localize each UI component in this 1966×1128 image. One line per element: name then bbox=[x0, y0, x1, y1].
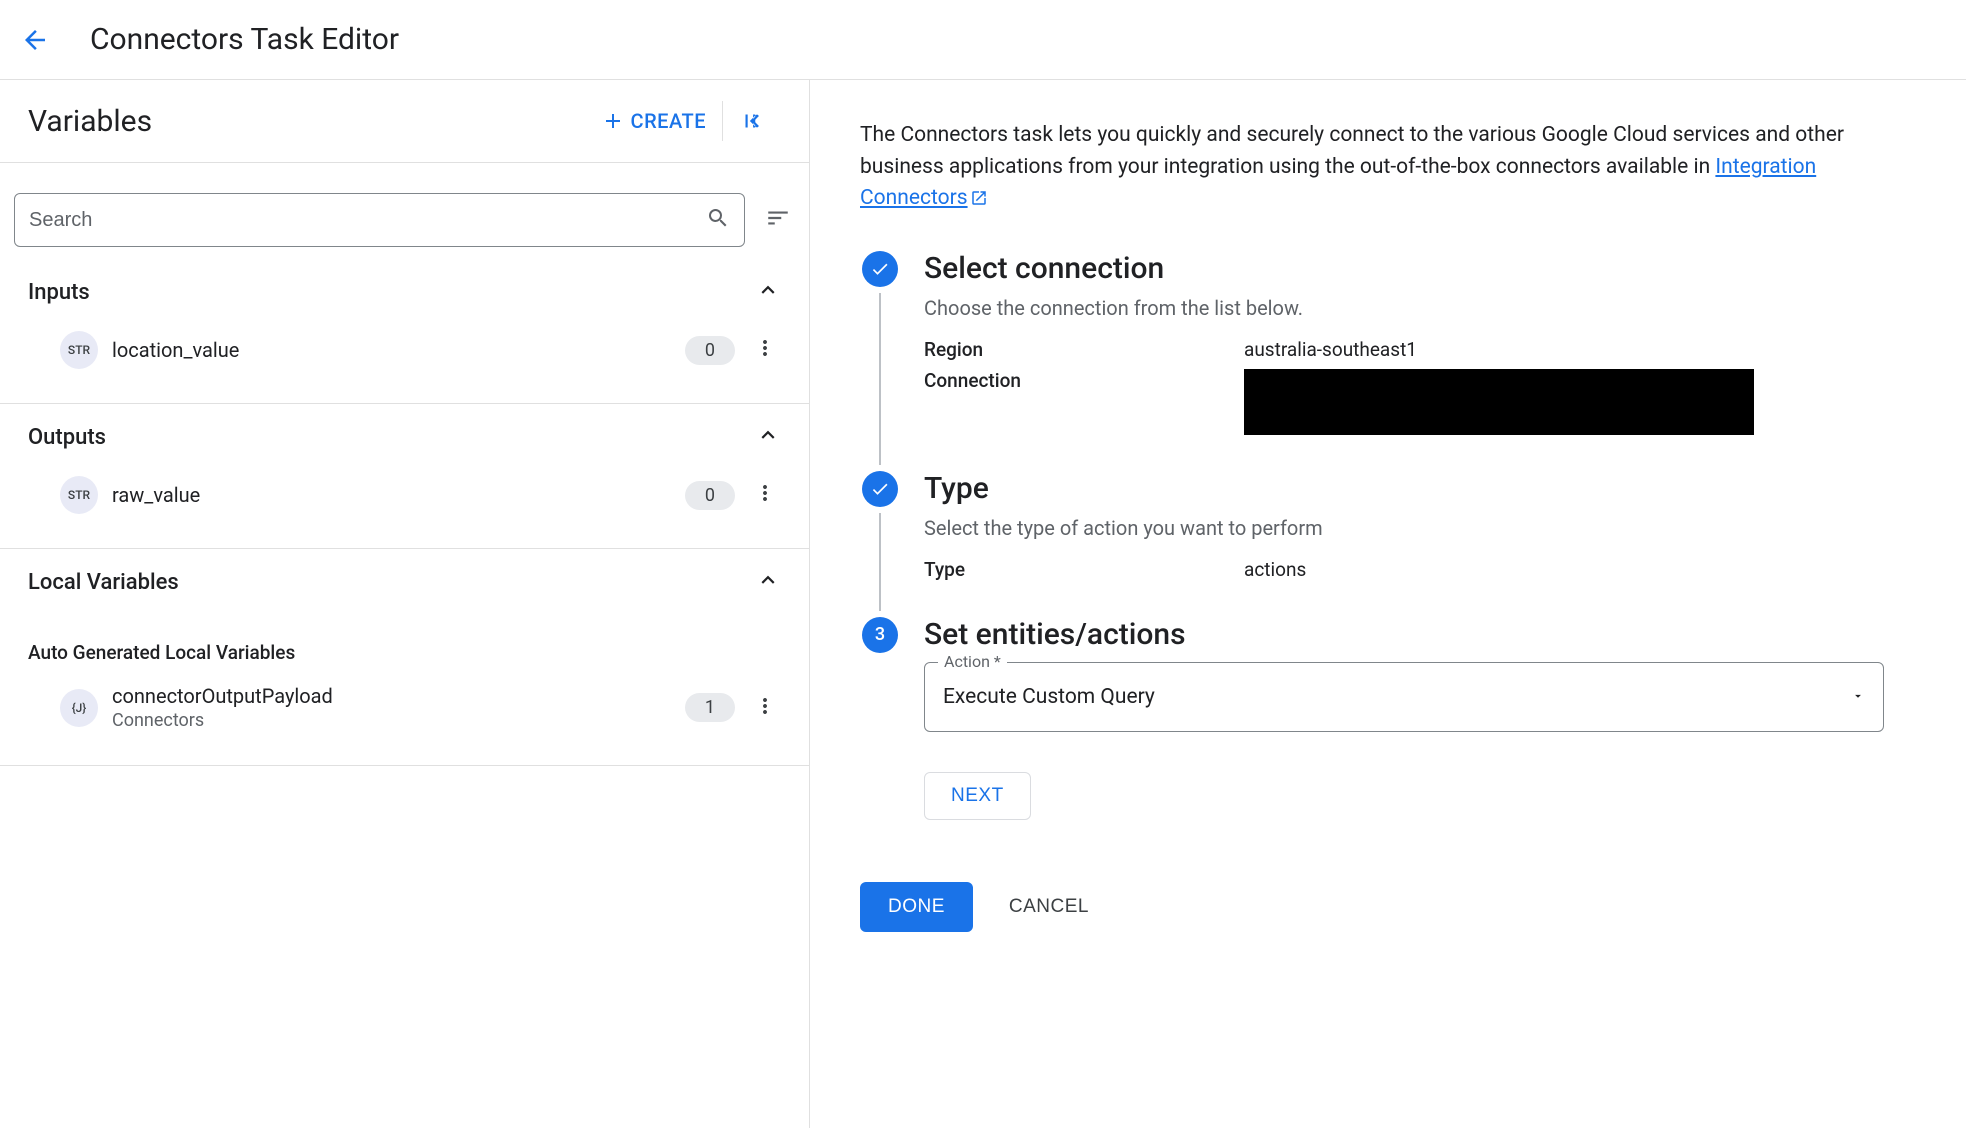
search-icon bbox=[706, 206, 730, 234]
step-title: Set entities/actions bbox=[924, 617, 1916, 652]
variables-panel: Variables CREATE bbox=[0, 80, 810, 1128]
chevron-up-icon bbox=[755, 567, 781, 597]
usage-count: 0 bbox=[685, 336, 735, 365]
variable-name: location_value bbox=[112, 338, 671, 362]
plus-icon bbox=[601, 109, 625, 133]
chevron-up-icon bbox=[755, 277, 781, 307]
step-number: 3 bbox=[862, 617, 898, 653]
next-button[interactable]: NEXT bbox=[924, 772, 1031, 820]
inputs-title: Inputs bbox=[28, 280, 90, 305]
type-badge-json: {J} bbox=[60, 689, 98, 727]
step-line bbox=[879, 513, 881, 611]
config-panel: The Connectors task lets you quickly and… bbox=[810, 80, 1966, 1128]
outputs-section: Outputs STR raw_value 0 bbox=[0, 404, 809, 549]
action-selected-value: Execute Custom Query bbox=[943, 685, 1155, 709]
create-button[interactable]: CREATE bbox=[585, 101, 723, 141]
create-label: CREATE bbox=[631, 109, 706, 133]
step-title: Type bbox=[924, 471, 1916, 506]
step-indicator: 3 bbox=[860, 617, 900, 848]
more-vert-icon[interactable] bbox=[749, 690, 781, 726]
variables-title: Variables bbox=[28, 104, 152, 139]
dropdown-arrow-icon bbox=[1851, 685, 1865, 709]
action-select-box[interactable]: Execute Custom Query bbox=[924, 662, 1884, 732]
back-arrow-icon[interactable] bbox=[20, 25, 50, 55]
inputs-header[interactable]: Inputs bbox=[0, 259, 809, 321]
search-field[interactable] bbox=[14, 193, 745, 247]
type-label: Type bbox=[924, 558, 1244, 581]
region-row: Region australia-southeast1 bbox=[924, 338, 1916, 361]
connection-value-redacted bbox=[1244, 369, 1754, 435]
variable-row[interactable]: STR raw_value 0 bbox=[0, 466, 809, 524]
page-title: Connectors Task Editor bbox=[90, 22, 399, 57]
intro-text: The Connectors task lets you quickly and… bbox=[860, 120, 1880, 215]
steps: Select connection Choose the connection … bbox=[860, 251, 1916, 848]
local-vars-header[interactable]: Local Variables bbox=[0, 549, 809, 611]
outputs-title: Outputs bbox=[28, 425, 106, 450]
chevron-up-icon bbox=[755, 422, 781, 452]
inputs-section: Inputs STR location_value 0 bbox=[0, 259, 809, 404]
step-title: Select connection bbox=[924, 251, 1916, 286]
variable-name-col: connectorOutputPayload Connectors bbox=[112, 684, 671, 731]
step-desc: Choose the connection from the list belo… bbox=[924, 296, 1916, 320]
connection-label: Connection bbox=[924, 369, 1244, 435]
step-desc: Select the type of action you want to pe… bbox=[924, 516, 1916, 540]
step-body: Type Select the type of action you want … bbox=[924, 471, 1916, 617]
variables-actions: CREATE bbox=[585, 100, 781, 142]
footer-buttons: DONE CANCEL bbox=[860, 882, 1916, 932]
step-indicator bbox=[860, 251, 900, 471]
step-body: Select connection Choose the connection … bbox=[924, 251, 1916, 471]
done-button[interactable]: DONE bbox=[860, 882, 973, 932]
step-set-entities-actions: 3 Set entities/actions Action * Execute … bbox=[860, 617, 1916, 848]
content: Variables CREATE bbox=[0, 80, 1966, 1128]
step-body: Set entities/actions Action * Execute Cu… bbox=[924, 617, 1916, 848]
type-badge-str: STR bbox=[60, 476, 98, 514]
step-line bbox=[879, 293, 881, 465]
usage-count: 1 bbox=[685, 693, 735, 722]
variable-row[interactable]: {J} connectorOutputPayload Connectors 1 bbox=[0, 674, 809, 741]
step-check-icon bbox=[862, 251, 898, 287]
connection-row: Connection bbox=[924, 369, 1916, 435]
collapse-panel-button[interactable] bbox=[723, 100, 781, 142]
usage-count: 0 bbox=[685, 481, 735, 510]
filter-icon[interactable] bbox=[761, 201, 795, 239]
variable-name: connectorOutputPayload bbox=[112, 684, 671, 708]
collapse-left-icon bbox=[739, 108, 765, 134]
search-input[interactable] bbox=[29, 209, 706, 232]
region-label: Region bbox=[924, 338, 1244, 361]
type-value: actions bbox=[1244, 558, 1306, 581]
local-vars-section: Local Variables Auto Generated Local Var… bbox=[0, 549, 809, 766]
more-vert-icon[interactable] bbox=[749, 477, 781, 513]
auto-gen-label: Auto Generated Local Variables bbox=[0, 611, 809, 674]
action-select[interactable]: Action * Execute Custom Query bbox=[924, 662, 1884, 732]
step-select-connection: Select connection Choose the connection … bbox=[860, 251, 1916, 471]
action-label: Action * bbox=[938, 652, 1007, 671]
variable-sub: Connectors bbox=[112, 710, 671, 731]
step-type: Type Select the type of action you want … bbox=[860, 471, 1916, 617]
external-link-icon bbox=[970, 189, 988, 207]
variable-name: raw_value bbox=[112, 483, 671, 507]
step-indicator bbox=[860, 471, 900, 617]
local-vars-title: Local Variables bbox=[28, 570, 179, 595]
variables-header: Variables CREATE bbox=[0, 80, 809, 163]
region-value: australia-southeast1 bbox=[1244, 338, 1417, 361]
step-check-icon bbox=[862, 471, 898, 507]
outputs-header[interactable]: Outputs bbox=[0, 404, 809, 466]
header: Connectors Task Editor bbox=[0, 0, 1966, 80]
search-row bbox=[0, 163, 809, 259]
type-badge-str: STR bbox=[60, 331, 98, 369]
more-vert-icon[interactable] bbox=[749, 332, 781, 368]
intro-pre: The Connectors task lets you quickly and… bbox=[860, 123, 1844, 179]
cancel-button[interactable]: CANCEL bbox=[1009, 896, 1089, 918]
variable-row[interactable]: STR location_value 0 bbox=[0, 321, 809, 379]
type-row: Type actions bbox=[924, 558, 1916, 581]
